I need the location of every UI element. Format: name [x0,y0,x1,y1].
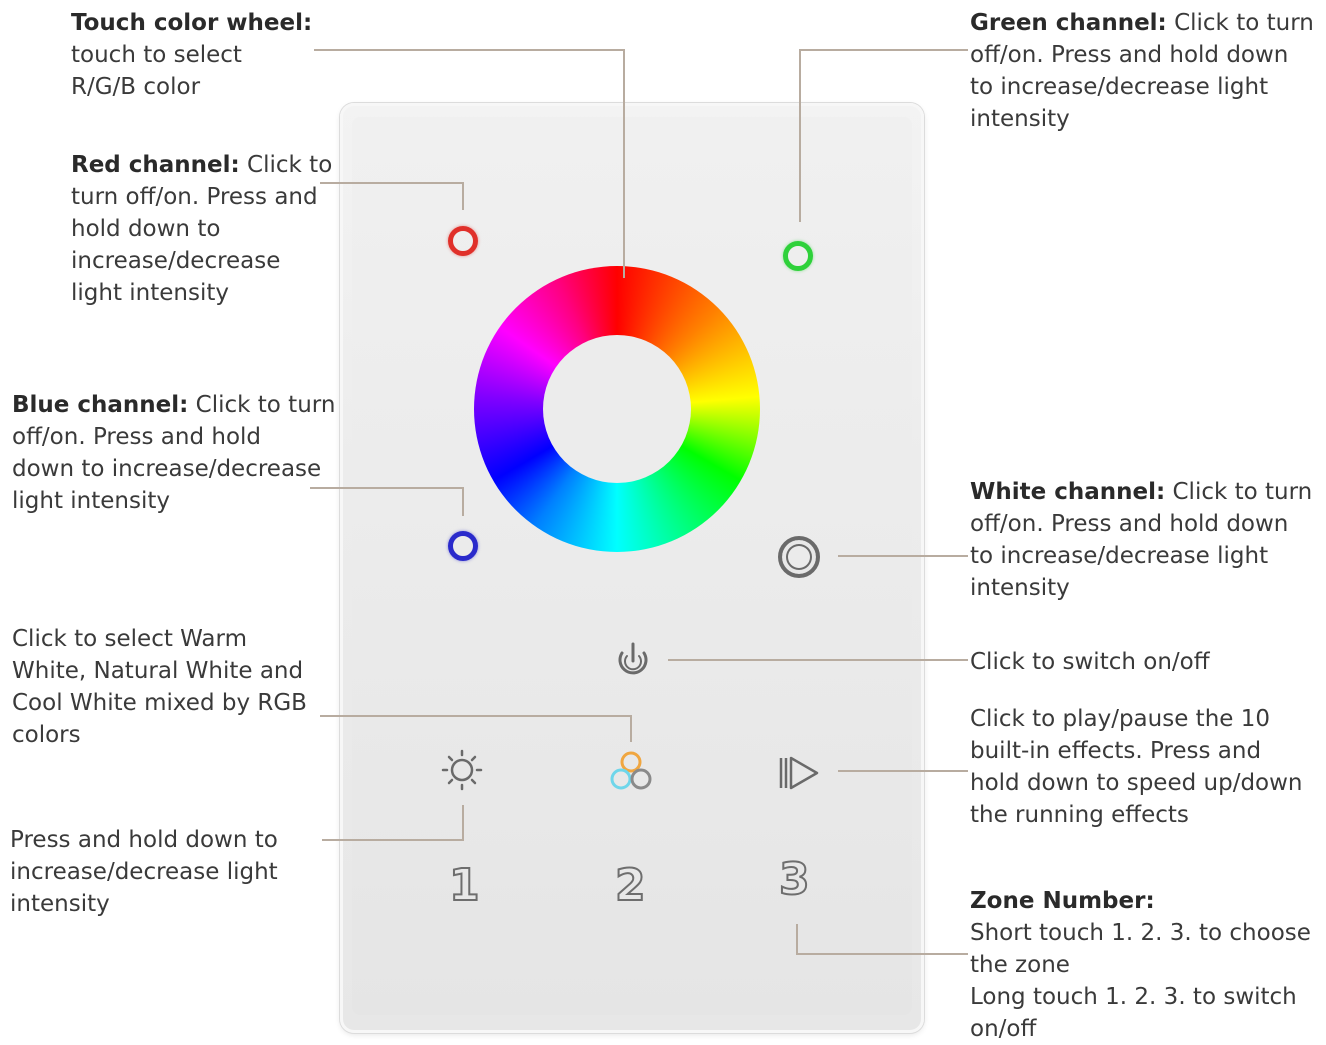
annotation-green-channel: Green channel: Click to turn off/on. Pre… [970,7,1314,135]
annotation-line: Cool White mixed by RGB [12,690,307,716]
annotation-line: intensity [10,891,110,917]
annotation-line: Click to switch on/off [970,649,1210,675]
annotation-line: off/on. Press and hold [12,424,262,450]
annotation-line: Short touch 1. 2. 3. to choose [970,920,1311,946]
annotation-line: the running effects [970,802,1189,828]
annotation-title: White channel: [970,479,1166,505]
leader-line-zone [796,924,968,955]
annotation-line: Click to turn [188,392,336,418]
annotation-line: to increase/decrease light [970,74,1269,100]
annotation-line: down to increase/decrease [12,456,322,482]
annotation-line: the zone [970,952,1070,978]
annotation-title: Blue channel: [12,392,189,418]
annotation-line: hold down to speed up/down [970,770,1303,796]
annotation-line: turn off/on. Press and [71,184,318,210]
annotation-power: Click to switch on/off [970,646,1210,678]
annotation-line: Long touch 1. 2. 3. to switch [970,984,1297,1010]
annotation-line: off/on. Press and hold down [970,42,1289,68]
annotation-line: touch to select [71,42,242,68]
annotation-line: R/G/B color [71,74,201,100]
annotation-line: increase/decrease [71,248,281,274]
annotation-line: Click to play/pause the 10 [970,706,1270,732]
annotation-line: colors [12,722,81,748]
leader-line-warm-white [320,715,632,742]
annotation-line: White, Natural White and [12,658,304,684]
annotation-line: Press and hold down to [10,827,278,853]
leader-line-touch-wheel [314,49,625,278]
leader-line-green-channel [799,49,968,222]
annotation-title: Red channel: [71,152,240,178]
annotation-line: light intensity [12,488,171,514]
annotation-line: built-in effects. Press and [970,738,1262,764]
annotation-zone: Zone Number: Short touch 1. 2. 3. to cho… [970,885,1311,1045]
leader-line-brightness [322,805,464,841]
annotation-title: Green channel: [970,10,1167,36]
annotation-white-channel: White channel: Click to turn off/on. Pre… [970,476,1312,604]
annotation-line: to increase/decrease light [970,543,1269,569]
leader-line-red-channel [320,182,464,210]
annotation-brightness: Press and hold down to increase/decrease… [10,824,278,920]
annotation-warm-white: Click to select Warm White, Natural Whit… [12,623,307,751]
annotation-line: Click to select Warm [12,626,247,652]
annotation-touch-wheel: Touch color wheel: touch to select R/G/B… [71,7,312,103]
annotation-line: intensity [970,106,1070,132]
annotation-title: Touch color wheel: [71,10,313,36]
annotation-line: on/off [970,1016,1037,1042]
annotation-line: Click to turn [1166,10,1314,36]
annotation-line: light intensity [71,280,230,306]
annotation-line: increase/decrease light [10,859,278,885]
annotation-blue-channel: Blue channel: Click to turn off/on. Pres… [12,389,335,517]
annotation-play: Click to play/pause the 10 built-in effe… [970,703,1303,831]
annotation-title: Zone Number: [970,888,1155,914]
annotation-line: Click to [239,152,333,178]
annotation-line: Click to turn [1165,479,1313,505]
annotation-red-channel: Red channel: Click to turn off/on. Press… [71,149,332,309]
annotation-line: off/on. Press and hold down [970,511,1289,537]
annotation-line: hold down to [71,216,221,242]
annotation-line: intensity [970,575,1070,601]
